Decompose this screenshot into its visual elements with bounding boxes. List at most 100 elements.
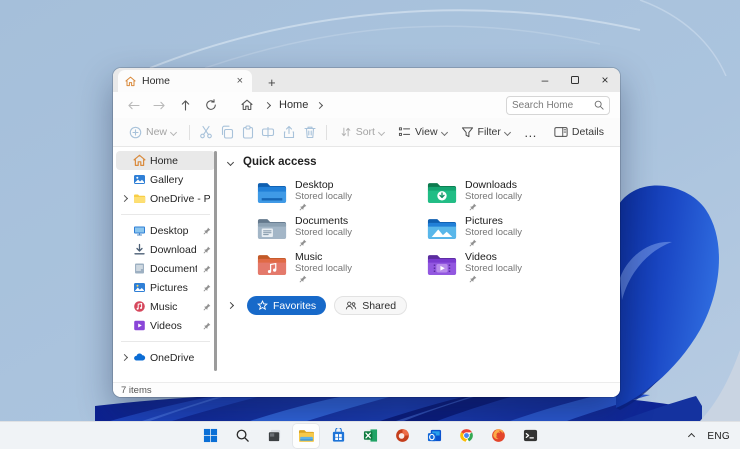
refresh-button[interactable] [199,94,223,116]
pin-icon [203,227,211,235]
desktop: Home × + – × Home Search Home New Sort V… [0,0,740,449]
powerpoint-button[interactable] [389,424,415,448]
microsoft-store-button[interactable] [325,424,351,448]
copy-button[interactable] [217,120,236,144]
start-button[interactable] [197,424,223,448]
tile-name: Pictures [465,215,503,227]
pin-icon [203,284,211,292]
sidebar-item-label: OneDrive - Pers [150,192,211,205]
chrome-button[interactable] [453,424,479,448]
sidebar-item-label: Videos [150,319,182,332]
search-icon [236,429,249,442]
tray-expand-icon[interactable] [688,432,696,440]
language-indicator[interactable]: ENG [707,431,730,442]
sidebar-item-label: Documents [150,262,197,275]
copy-icon [221,125,233,139]
system-tray: ENG [688,422,730,449]
sidebar-item-music[interactable]: Music [116,297,215,316]
details-button[interactable]: Details [548,120,610,144]
sidebar-item-pictures[interactable]: Pictures [116,278,215,297]
share-button[interactable] [280,120,299,144]
sidebar-item-desktop[interactable]: Desktop [116,221,215,240]
music-folder-icon [257,255,287,275]
cut-button[interactable] [197,120,216,144]
tile-downloads[interactable]: Downloads Stored locally [427,180,597,211]
expander-chevron-icon[interactable] [119,353,129,362]
chevron-down-icon [377,128,386,136]
sidebar-item-gallery[interactable]: Gallery [116,170,215,189]
back-icon [127,101,140,109]
microsoft-store-icon [332,428,344,442]
paste-button[interactable] [238,120,257,144]
tile-pictures[interactable]: Pictures Stored locally [427,215,597,247]
search-button[interactable] [229,424,255,448]
new-tab-button[interactable]: + [264,75,280,92]
expander-chevron-icon[interactable] [119,194,129,203]
firefox-button[interactable] [485,424,511,448]
maximize-button[interactable] [560,68,590,92]
view-button[interactable]: View [392,120,453,144]
tab-close-icon[interactable]: × [235,75,245,87]
outlook-icon [427,429,441,442]
close-button[interactable]: × [590,68,620,92]
tab-home[interactable]: Home × [118,70,252,92]
sidebar-scrollbar[interactable] [214,151,217,371]
sort-icon [341,127,351,137]
chevron-right-icon[interactable] [226,301,235,310]
shared-pill[interactable]: Shared [334,296,408,315]
breadcrumb-item-home[interactable]: Home [276,99,311,111]
downloads-folder-icon [427,183,457,203]
pin-icon [469,275,522,283]
up-button[interactable] [173,94,197,116]
new-button[interactable]: New [123,120,182,144]
filter-button[interactable]: Filter [455,120,516,144]
tab-title: Home [142,75,171,87]
home-icon [133,154,146,167]
tile-videos[interactable]: Videos Stored locally [427,252,597,283]
downloads-icon [133,243,146,256]
sidebar-item-documents[interactable]: Documents [116,259,215,278]
window-body: Home Gallery OneDrive - Pers Desktop [113,147,620,382]
sidebar-item-onedrive[interactable]: OneDrive [116,348,215,367]
terminal-button[interactable] [517,424,543,448]
pictures-icon [133,281,146,294]
desktop-folder-icon [257,183,287,203]
toolbar-divider [189,124,190,140]
favorites-label: Favorites [273,299,317,312]
search-box [506,95,610,115]
tile-music[interactable]: Music Stored locally [257,252,427,283]
outlook-button[interactable] [421,424,447,448]
onedrive-folder-icon [133,192,146,205]
sort-button[interactable]: Sort [334,120,390,144]
rename-button[interactable] [259,120,278,144]
file-explorer-button[interactable] [293,423,319,448]
more-options-button[interactable]: … [518,120,544,144]
tile-desktop[interactable]: Desktop Stored locally [257,180,427,211]
view-label: View [414,126,438,138]
minimize-button[interactable]: – [530,68,560,92]
sidebar-item-label: Desktop [150,224,189,237]
shared-label: Shared [362,299,397,312]
excel-button[interactable] [357,424,383,448]
search-input[interactable] [512,99,590,111]
sidebar-item-videos[interactable]: Videos [116,316,215,335]
back-button[interactable] [121,94,145,116]
pin-icon [469,239,522,247]
sidebar-item-downloads[interactable]: Downloads [116,240,215,259]
sidebar-item-home[interactable]: Home [116,151,215,170]
tile-documents[interactable]: Documents Stored locally [257,216,427,247]
breadcrumb-home-button[interactable] [235,94,259,116]
powerpoint-icon [395,429,409,442]
view-icon [398,127,411,136]
sidebar-item-onedrive-personal[interactable]: OneDrive - Pers [116,189,215,208]
content-pane: Quick access Desktop Stored locally Down… [218,147,620,382]
forward-button[interactable] [147,94,171,116]
quick-access-header[interactable]: Quick access [222,154,620,170]
status-bar: 7 items [113,382,620,397]
delete-button[interactable] [300,120,319,144]
chevron-right-icon [263,101,272,109]
task-view-button[interactable] [261,424,287,448]
favorites-pill[interactable]: Favorites [247,296,327,315]
favorites-section: Favorites Shared [226,296,620,315]
trash-icon [304,126,316,139]
